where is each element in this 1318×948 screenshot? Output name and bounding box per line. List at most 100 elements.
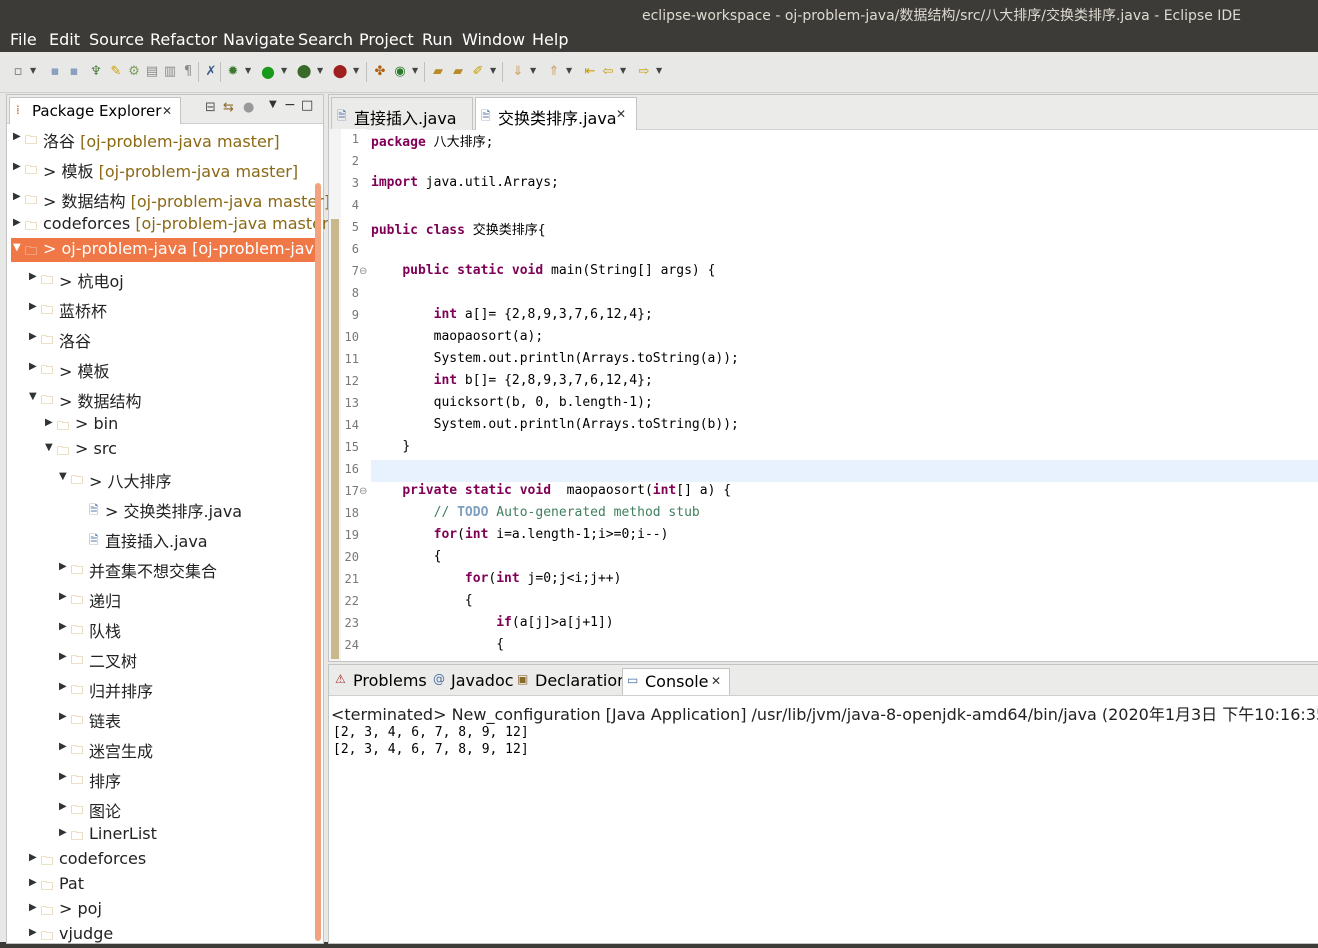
link-editor-icon[interactable]: ⇆ [223, 100, 234, 115]
expand-icon[interactable]: ▶ [29, 877, 37, 888]
collapse-icon[interactable]: ▼ [13, 242, 21, 253]
forward-dropdown-icon[interactable]: ▼ [656, 66, 662, 75]
search-dropdown-icon[interactable]: ▼ [490, 66, 496, 75]
next-annotation-icon[interactable]: ⇓ [510, 64, 526, 80]
collapse-icon[interactable]: ▼ [59, 471, 67, 482]
expand-icon[interactable]: ▶ [45, 417, 53, 428]
expand-icon[interactable]: ▶ [13, 161, 21, 172]
debug-icon[interactable]: ✹ [225, 64, 241, 80]
next-annotation-dropdown-icon[interactable]: ▼ [530, 66, 536, 75]
editor-tab-swap-sort[interactable]: 🗎 交换类排序.java ✕ [475, 97, 637, 130]
menu-help[interactable]: Help [532, 30, 568, 49]
code-line[interactable]: package 八大排序; [371, 131, 493, 153]
code-line[interactable]: { [371, 637, 504, 659]
tree-item-oj-problem-java[interactable]: ▼ 🗀 > oj-problem-java [oj-problem-java m… [11, 238, 317, 262]
code-line[interactable]: int a[]= {2,8,9,3,7,6,12,4}; [371, 307, 653, 329]
code-line[interactable]: for(int i=a.length-1;i>=0;i--) [371, 527, 669, 549]
expand-icon[interactable]: ▶ [29, 927, 37, 938]
new-class-icon[interactable]: ◉ [392, 64, 408, 80]
view-menu-icon[interactable]: ▼ [269, 99, 277, 110]
prev-annotation-dropdown-icon[interactable]: ▼ [566, 66, 572, 75]
coverage-dropdown-icon[interactable]: ▼ [317, 66, 323, 75]
back-icon[interactable]: ⇦ [600, 64, 616, 80]
open-type-icon[interactable]: ▰ [430, 64, 446, 80]
close-icon[interactable]: ✕ [162, 104, 172, 118]
collapse-all-icon[interactable]: ⊟ [205, 100, 216, 115]
run-icon[interactable]: ● [260, 64, 276, 80]
menu-window[interactable]: Window [462, 30, 525, 49]
code-line[interactable]: private static void maopaosort(int[] a) … [371, 483, 731, 505]
expand-icon[interactable]: ▶ [13, 191, 21, 202]
expand-icon[interactable]: ▶ [59, 681, 67, 692]
tab-problems[interactable]: ⚠ Problems [331, 668, 427, 694]
expand-icon[interactable]: ▶ [59, 561, 67, 572]
tab-declaration[interactable]: ▣ Declaration [513, 668, 627, 694]
expand-icon[interactable]: ▶ [29, 902, 37, 913]
run-dropdown-icon[interactable]: ▼ [281, 66, 287, 75]
code-line[interactable]: quicksort(b, 0, b.length-1); [371, 395, 653, 417]
expand-icon[interactable]: ▶ [59, 827, 67, 838]
expand-icon[interactable]: ▶ [13, 131, 21, 142]
expand-icon[interactable]: ▶ [13, 217, 21, 228]
external-tools-icon[interactable]: ⬤ [332, 64, 348, 80]
new-icon[interactable]: ▫ [10, 64, 26, 80]
save-all-icon[interactable]: ▪ [66, 64, 82, 80]
code-line[interactable]: { [371, 593, 473, 615]
maximize-icon[interactable]: □ [301, 98, 313, 113]
expand-icon[interactable]: ▶ [29, 361, 37, 372]
expand-icon[interactable]: ▶ [59, 741, 67, 752]
expand-icon[interactable]: ▶ [59, 591, 67, 602]
coverage-icon[interactable]: ⬤ [296, 64, 312, 80]
new-dropdown-icon[interactable]: ▼ [30, 66, 36, 75]
code-line[interactable]: int b[]= {2,8,9,3,7,6,12,4}; [371, 373, 653, 395]
wand-icon[interactable]: ✎ [108, 64, 124, 80]
compare-icon[interactable]: ▤ [144, 64, 160, 80]
code-line[interactable]: // TODO Auto-generated method stub [371, 505, 700, 527]
focus-icon[interactable]: ● [243, 100, 254, 115]
debug-dropdown-icon[interactable]: ▼ [245, 66, 251, 75]
code-line[interactable]: if(a[j]>a[j+1]) [371, 615, 613, 637]
code-line[interactable]: maopaosort(a); [371, 329, 544, 351]
code-line[interactable]: { [371, 549, 442, 571]
open-resource-icon[interactable]: ▰ [450, 64, 466, 80]
expand-icon[interactable]: ▶ [59, 801, 67, 812]
new-class-dropdown-icon[interactable]: ▼ [412, 66, 418, 75]
tree-item-luogu-project[interactable]: ▶ 🗀 洛谷 [oj-problem-java master] [11, 127, 317, 151]
editor-tab-insert[interactable]: 🗎 直接插入.java [331, 97, 473, 130]
expand-icon[interactable]: ▶ [59, 771, 67, 782]
code-line[interactable]: System.out.println(Arrays.toString(b)); [371, 417, 739, 439]
fold-icon[interactable]: ⊖ [359, 266, 367, 277]
code-line[interactable]: for(int j=0;j<i;j++) [371, 571, 622, 593]
paragraph-icon[interactable]: ¶ [180, 64, 196, 80]
collapse-icon[interactable]: ▼ [45, 442, 53, 453]
expand-icon[interactable]: ▶ [59, 651, 67, 662]
pin-icon[interactable]: ♆ [88, 64, 104, 80]
tab-console[interactable]: ▭ Console ✕ [622, 668, 730, 695]
code-line[interactable]: public static void main(String[] args) { [371, 263, 715, 285]
code-line[interactable]: public class 交换类排序{ [371, 219, 546, 241]
refresh-icon[interactable]: ⚙ [126, 64, 142, 80]
expand-icon[interactable]: ▶ [29, 331, 37, 342]
menu-edit[interactable]: Edit [49, 30, 80, 49]
collapse-icon[interactable]: ▼ [29, 391, 37, 402]
tree-item-template-project[interactable]: ▶ 🗀 > 模板 [oj-problem-java master] [11, 157, 317, 181]
forward-icon[interactable]: ⇨ [636, 64, 652, 80]
expand-icon[interactable]: ▶ [59, 621, 67, 632]
package-explorer-tab[interactable]: ⁞ Package Explorer ✕ [9, 97, 181, 124]
vertical-scrollbar[interactable] [315, 183, 321, 941]
search-icon[interactable]: ✐ [470, 64, 486, 80]
menu-run[interactable]: Run [422, 30, 453, 49]
menu-navigate[interactable]: Navigate [223, 30, 295, 49]
tab-javadoc[interactable]: @ Javadoc [429, 668, 514, 694]
code-line[interactable]: } [371, 439, 410, 461]
expand-icon[interactable]: ▶ [29, 271, 37, 282]
fold-icon[interactable]: ⊖ [359, 486, 367, 497]
prev-annotation-icon[interactable]: ⇑ [546, 64, 562, 80]
tree-item-datastruct-project[interactable]: ▶ 🗀 > 数据结构 [oj-problem-java master] [11, 187, 330, 211]
menu-project[interactable]: Project [359, 30, 414, 49]
back-dropdown-icon[interactable]: ▼ [620, 66, 626, 75]
minimize-icon[interactable]: − [284, 97, 296, 113]
close-icon[interactable]: ✕ [616, 107, 626, 121]
menu-file[interactable]: File [10, 30, 37, 49]
code-line[interactable]: System.out.println(Arrays.toString(a)); [371, 351, 739, 373]
